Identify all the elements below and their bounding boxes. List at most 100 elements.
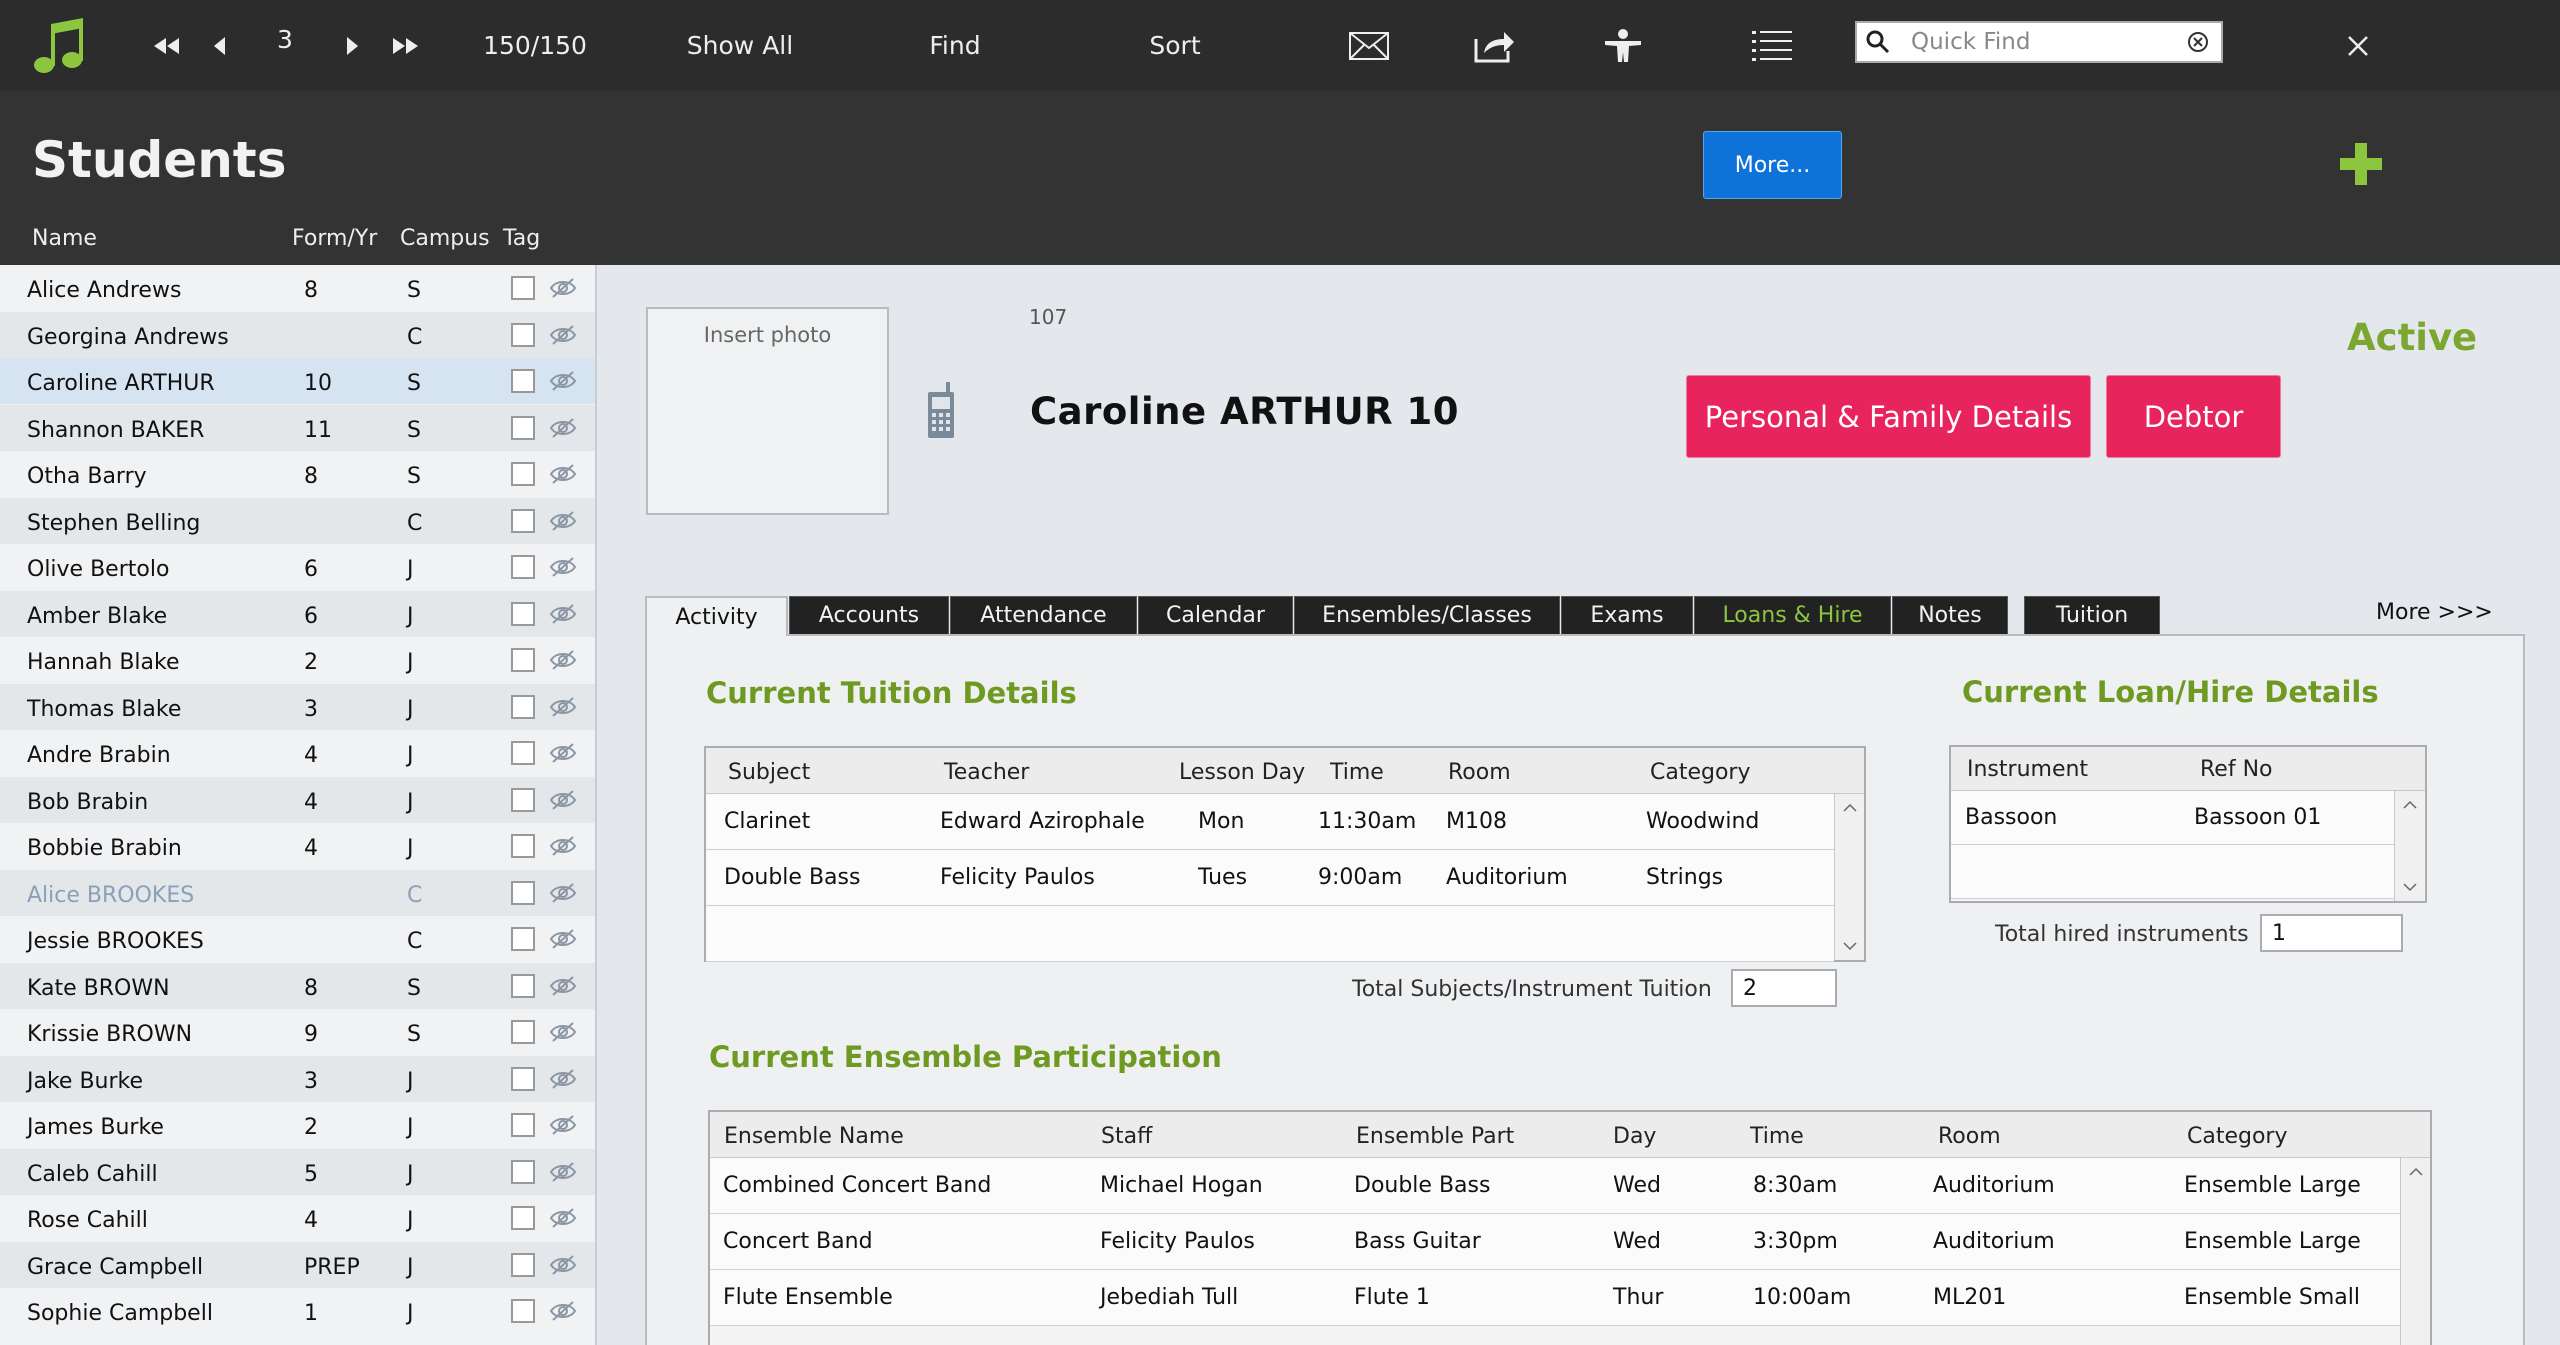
hide-visibility-icon[interactable] <box>549 463 577 491</box>
student-list-row[interactable]: Bob Brabin 4 J <box>0 776 595 823</box>
student-list-row[interactable]: Sophie Campbell 1 J <box>0 1288 595 1334</box>
first-record-button[interactable] <box>148 0 184 91</box>
column-header-tag[interactable]: Tag <box>503 226 540 251</box>
tag-checkbox[interactable] <box>511 1159 535 1184</box>
tag-checkbox[interactable] <box>511 555 535 579</box>
hide-visibility-icon[interactable] <box>549 556 577 584</box>
share-icon[interactable] <box>1472 0 1518 91</box>
hide-visibility-icon[interactable] <box>549 742 577 770</box>
sort-button[interactable]: Sort <box>1130 0 1220 91</box>
previous-record-button[interactable] <box>206 0 234 91</box>
hide-visibility-icon[interactable] <box>549 1300 577 1328</box>
show-all-button[interactable]: Show All <box>680 0 800 91</box>
tab-loans-hire[interactable]: Loans & Hire <box>1694 596 1891 634</box>
hide-visibility-icon[interactable] <box>549 324 577 352</box>
ensemble-row[interactable]: Concert Band Felicity Paulos Bass Guitar We… <box>710 1214 2400 1270</box>
accessibility-icon[interactable] <box>1600 0 1646 91</box>
tab-attendance[interactable]: Attendance <box>950 596 1137 634</box>
student-list-row[interactable]: James Burke 2 J <box>0 1102 595 1148</box>
list-view-icon[interactable] <box>1750 0 1794 91</box>
scroll-up-icon[interactable] <box>2395 791 2425 819</box>
loan-row[interactable] <box>1951 845 2394 899</box>
student-list-row[interactable]: Shannon BAKER 11 S <box>0 404 595 451</box>
column-header-form[interactable]: Form/Yr <box>292 226 377 251</box>
hide-visibility-icon[interactable] <box>549 835 577 863</box>
hide-visibility-icon[interactable] <box>549 975 577 1003</box>
hide-visibility-icon[interactable] <box>549 789 577 817</box>
student-list-row[interactable]: Thomas Blake 3 J <box>0 683 595 730</box>
student-list-row[interactable]: Stephen Belling C <box>0 497 595 544</box>
photo-container[interactable]: Insert photo <box>646 307 889 515</box>
tag-checkbox[interactable] <box>511 694 535 719</box>
tag-checkbox[interactable] <box>511 462 535 486</box>
scroll-down-icon[interactable] <box>2395 873 2425 901</box>
tag-checkbox[interactable] <box>511 508 535 533</box>
ensembles-scrollbar[interactable] <box>2400 1158 2430 1345</box>
student-list-row[interactable]: Kate BROWN 8 S <box>0 962 595 1009</box>
student-list-row[interactable]: Grace Campbell PREP J <box>0 1241 595 1288</box>
student-list-row[interactable]: Caleb Cahill 5 J <box>0 1148 595 1195</box>
tag-checkbox[interactable] <box>511 1252 535 1277</box>
scroll-down-icon[interactable] <box>1835 932 1865 960</box>
tag-checkbox[interactable] <box>511 1206 535 1230</box>
tab-notes[interactable]: Notes <box>1892 596 2008 634</box>
hide-visibility-icon[interactable] <box>549 510 577 538</box>
hide-visibility-icon[interactable] <box>549 1068 577 1096</box>
record-number[interactable]: 3 <box>270 0 300 85</box>
hide-visibility-icon[interactable] <box>549 882 577 910</box>
clear-search-icon[interactable] <box>2187 31 2209 57</box>
student-list-row[interactable]: Andre Brabin 4 J <box>0 730 595 776</box>
student-list-row[interactable]: Jake Burke 3 J <box>0 1055 595 1102</box>
tag-checkbox[interactable] <box>511 415 535 440</box>
hide-visibility-icon[interactable] <box>549 417 577 445</box>
find-button[interactable]: Find <box>910 0 1000 91</box>
hide-visibility-icon[interactable] <box>549 1207 577 1235</box>
hide-visibility-icon[interactable] <box>549 1161 577 1189</box>
tag-checkbox[interactable] <box>511 648 535 672</box>
tag-checkbox[interactable] <box>511 369 535 393</box>
tab-calendar[interactable]: Calendar <box>1138 596 1293 634</box>
mobile-phone-icon[interactable] <box>924 382 958 444</box>
loans-scrollbar[interactable] <box>2394 791 2424 901</box>
scroll-up-icon[interactable] <box>1835 794 1865 822</box>
next-record-button[interactable] <box>340 0 364 91</box>
column-header-name[interactable]: Name <box>32 226 97 251</box>
tag-checkbox[interactable] <box>511 880 535 905</box>
tag-checkbox[interactable] <box>511 1113 535 1137</box>
tuition-scrollbar[interactable] <box>1834 794 1864 960</box>
column-header-campus[interactable]: Campus <box>400 226 490 251</box>
add-record-icon[interactable] <box>2338 141 2384 191</box>
student-list-row[interactable]: Hannah Blake 2 J <box>0 637 595 683</box>
ensemble-row[interactable]: Combined Concert Band Michael Hogan Double… <box>710 1158 2400 1214</box>
scroll-up-icon[interactable] <box>2401 1158 2431 1186</box>
hide-visibility-icon[interactable] <box>549 928 577 956</box>
quick-find-field[interactable] <box>1855 21 2223 63</box>
student-list-row[interactable]: Bobbie Brabin 4 J <box>0 823 595 869</box>
email-icon[interactable] <box>1346 0 1392 91</box>
student-list-row[interactable]: Amber Blake 6 J <box>0 590 595 637</box>
tab-exams[interactable]: Exams <box>1561 596 1693 634</box>
tab-accounts[interactable]: Accounts <box>789 596 949 634</box>
student-list-row[interactable]: Alice BROOKES C <box>0 869 595 916</box>
student-list-row[interactable]: Caroline ARTHUR 10 S <box>0 358 595 404</box>
ensemble-row[interactable]: Flute Ensemble Jebediah Tull Flute 1 Thur 10… <box>710 1270 2400 1326</box>
tab-ensembles-classes[interactable]: Ensembles/Classes <box>1294 596 1560 634</box>
tag-checkbox[interactable] <box>511 1299 535 1323</box>
tag-checkbox[interactable] <box>511 601 535 626</box>
hide-visibility-icon[interactable] <box>549 277 577 305</box>
tag-checkbox[interactable] <box>511 834 535 858</box>
student-list-row[interactable]: Rose Cahill 4 J <box>0 1195 595 1241</box>
tag-checkbox[interactable] <box>511 322 535 347</box>
tab-tuition[interactable]: Tuition <box>2024 596 2160 634</box>
tag-checkbox[interactable] <box>511 1066 535 1091</box>
hide-visibility-icon[interactable] <box>549 1254 577 1282</box>
tuition-row[interactable]: Clarinet Edward Azirophale Mon 11:30am M108 W… <box>706 794 1834 850</box>
loan-row[interactable]: Bassoon Bassoon 01 <box>1951 791 2394 845</box>
more-tabs-link[interactable]: More >>> <box>2376 600 2493 625</box>
hide-visibility-icon[interactable] <box>549 370 577 398</box>
total-tuition-field[interactable]: 2 <box>1731 969 1837 1007</box>
hide-visibility-icon[interactable] <box>549 603 577 631</box>
last-record-button[interactable] <box>388 0 424 91</box>
tab-activity[interactable]: Activity <box>645 596 788 636</box>
student-list-row[interactable]: Alice Andrews 8 S <box>0 265 595 311</box>
